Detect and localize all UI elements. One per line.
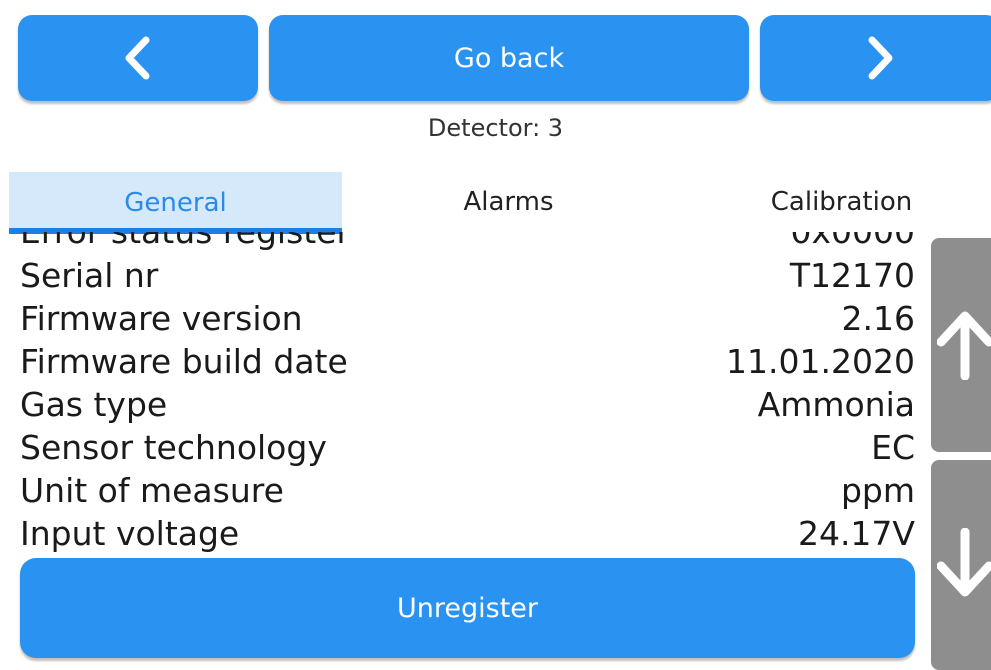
detail-label: Input voltage: [20, 514, 240, 553]
detail-label: Firmware version: [20, 299, 303, 338]
detail-value: 0x0000: [790, 232, 915, 254]
scroll-down-button[interactable]: [931, 460, 991, 670]
detail-row: Unit of measure ppm: [0, 469, 915, 513]
detector-title: Detector: 3: [427, 114, 564, 142]
arrow-down-icon: [937, 528, 991, 597]
detail-row: Sensor technology EC: [0, 426, 915, 470]
tab-general[interactable]: General: [9, 172, 342, 234]
detail-value: Ammonia: [757, 385, 915, 424]
detail-row: Gas type Ammonia: [0, 383, 915, 427]
go-back-button[interactable]: Go back: [269, 15, 749, 101]
detail-row: Serial nr T12170: [0, 254, 915, 298]
detail-value: ppm: [840, 471, 915, 510]
tab-calibration[interactable]: Calibration: [675, 172, 991, 232]
detail-label: Sensor technology: [20, 428, 327, 467]
detail-row: Firmware version 2.16: [0, 297, 915, 341]
detail-list[interactable]: Error status register 0x0000 Serial nr T…: [0, 232, 925, 557]
detail-row: Input voltage 24.17V: [0, 512, 915, 556]
arrow-up-icon: [937, 311, 991, 380]
go-back-label: Go back: [453, 42, 565, 74]
detail-value: 24.17V: [797, 514, 915, 553]
unregister-button[interactable]: Unregister: [20, 558, 915, 658]
next-button[interactable]: [760, 15, 991, 101]
detail-row: Error status register 0x0000: [0, 232, 915, 254]
detail-label: Unit of measure: [20, 471, 284, 510]
chevron-left-icon: [125, 36, 150, 80]
scroll-up-button[interactable]: [931, 238, 991, 452]
unregister-label: Unregister: [397, 592, 538, 624]
detail-value: 2.16: [841, 299, 915, 338]
detail-label: Serial nr: [20, 256, 159, 295]
detail-row: Firmware build date 11.01.2020: [0, 340, 915, 384]
detail-label: Error status register: [20, 232, 350, 254]
detail-value: 11.01.2020: [726, 342, 915, 381]
previous-button[interactable]: [18, 15, 258, 101]
tab-alarms[interactable]: Alarms: [342, 172, 675, 232]
detail-label: Gas type: [20, 385, 168, 424]
detail-value: EC: [871, 428, 915, 467]
detail-value: T12170: [789, 256, 915, 295]
chevron-right-icon: [868, 36, 893, 80]
detail-label: Firmware build date: [20, 342, 348, 381]
